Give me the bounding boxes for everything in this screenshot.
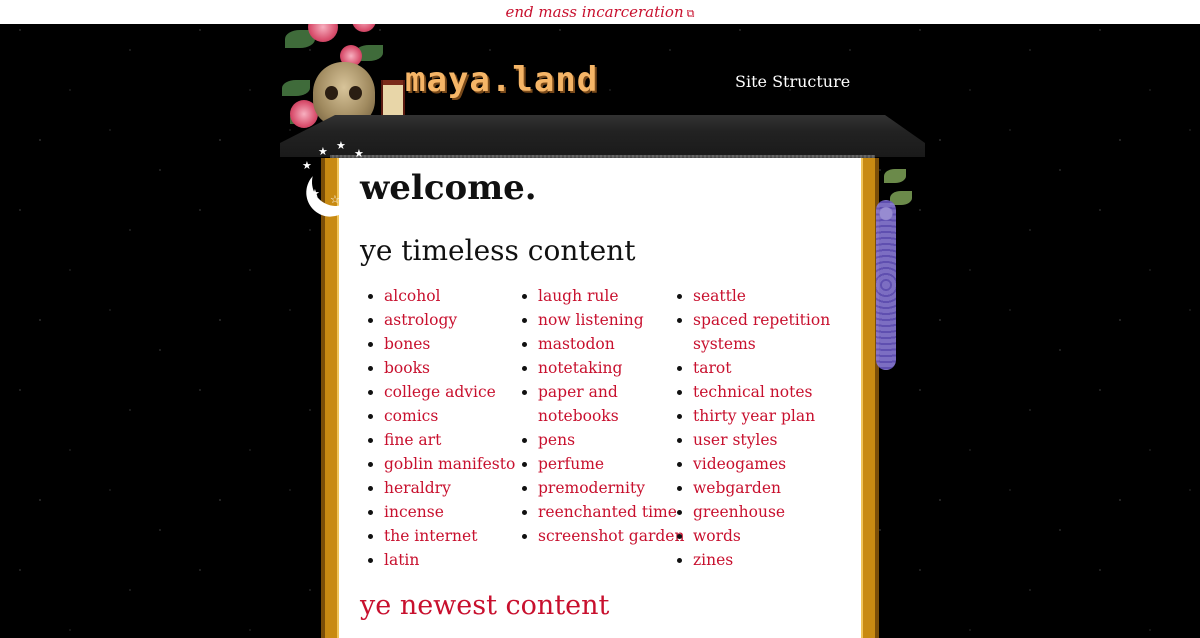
list-item: alcohol bbox=[384, 284, 534, 308]
topic-link[interactable]: seattle bbox=[693, 287, 746, 305]
list-item: goblin manifesto bbox=[384, 452, 534, 476]
topic-link[interactable]: heraldry bbox=[384, 479, 451, 497]
list-item: zines bbox=[693, 548, 853, 572]
list-item: videogames bbox=[693, 452, 853, 476]
topic-link[interactable]: screenshot garden bbox=[538, 527, 684, 545]
link-list-column-2: laugh rule now listening mastodon notetakin… bbox=[514, 284, 688, 548]
banner-text: end mass incarceration bbox=[505, 3, 684, 21]
site-logo[interactable]: maya.land bbox=[405, 60, 598, 100]
topic-link[interactable]: tarot bbox=[693, 359, 731, 377]
link-list-column-1: alcohol astrology bones books college advice… bbox=[360, 284, 534, 572]
shelf-ledge bbox=[280, 115, 925, 157]
list-item: mastodon bbox=[538, 332, 688, 356]
list-item: thirty year plan bbox=[693, 404, 853, 428]
list-item: seattle bbox=[693, 284, 853, 308]
list-item: user styles bbox=[693, 428, 853, 452]
list-item: words bbox=[693, 524, 853, 548]
list-item: fine art bbox=[384, 428, 534, 452]
list-item: spaced repetition systems bbox=[693, 308, 853, 356]
star-icon: ★ bbox=[310, 187, 320, 200]
topic-link[interactable]: user styles bbox=[693, 431, 777, 449]
list-item: heraldry bbox=[384, 476, 534, 500]
star-icon: ★ bbox=[302, 159, 312, 172]
list-item: notetaking bbox=[538, 356, 688, 380]
list-item: bones bbox=[384, 332, 534, 356]
topic-link[interactable]: premodernity bbox=[538, 479, 645, 497]
top-banner: end mass incarceration ⧉ bbox=[0, 0, 1200, 24]
star-icon: ★ bbox=[336, 139, 346, 152]
list-item: tarot bbox=[693, 356, 853, 380]
topic-link[interactable]: paper and notebooks bbox=[538, 383, 619, 425]
list-item: comics bbox=[384, 404, 534, 428]
skull-eye bbox=[325, 86, 338, 100]
list-item: books bbox=[384, 356, 534, 380]
list-item: the internet bbox=[384, 524, 534, 548]
skull-eye bbox=[349, 86, 362, 100]
external-link-icon: ⧉ bbox=[686, 7, 695, 20]
banner-link[interactable]: end mass incarceration ⧉ bbox=[506, 3, 695, 21]
list-item: premodernity bbox=[538, 476, 688, 500]
topic-link[interactable]: bones bbox=[384, 335, 430, 353]
leaf-decoration bbox=[282, 80, 310, 96]
list-item: reenchanted time bbox=[538, 500, 688, 524]
topic-link[interactable]: spaced repetition systems bbox=[693, 311, 830, 353]
list-item: pens bbox=[538, 428, 688, 452]
topic-link[interactable]: pens bbox=[538, 431, 575, 449]
topic-link[interactable]: fine art bbox=[384, 431, 441, 449]
topic-link[interactable]: words bbox=[693, 527, 741, 545]
list-item: webgarden bbox=[693, 476, 853, 500]
topic-link[interactable]: webgarden bbox=[693, 479, 781, 497]
list-item: laugh rule bbox=[538, 284, 688, 308]
topic-link[interactable]: goblin manifesto bbox=[384, 455, 515, 473]
list-item: astrology bbox=[384, 308, 534, 332]
topic-link[interactable]: notetaking bbox=[538, 359, 622, 377]
list-item: greenhouse bbox=[693, 500, 853, 524]
section-heading-newest[interactable]: ye newest content bbox=[360, 590, 609, 621]
topic-link[interactable]: technical notes bbox=[693, 383, 812, 401]
topic-link[interactable]: greenhouse bbox=[693, 503, 785, 521]
topic-link[interactable]: astrology bbox=[384, 311, 457, 329]
list-item: screenshot garden bbox=[538, 524, 688, 548]
topic-link[interactable]: laugh rule bbox=[538, 287, 619, 305]
wisteria-decoration bbox=[876, 200, 896, 370]
topic-link[interactable]: perfume bbox=[538, 455, 604, 473]
topic-link[interactable]: latin bbox=[384, 551, 419, 569]
topic-link[interactable]: mastodon bbox=[538, 335, 615, 353]
topic-link[interactable]: college advice bbox=[384, 383, 496, 401]
section-heading-timeless: ye timeless content bbox=[360, 234, 636, 267]
list-item: college advice bbox=[384, 380, 534, 404]
topic-link[interactable]: comics bbox=[384, 407, 438, 425]
list-item: perfume bbox=[538, 452, 688, 476]
list-item: latin bbox=[384, 548, 534, 572]
page-title: welcome. bbox=[360, 168, 537, 208]
list-item: incense bbox=[384, 500, 534, 524]
site-structure-link[interactable]: Site Structure bbox=[735, 72, 850, 91]
topic-link[interactable]: alcohol bbox=[384, 287, 440, 305]
link-list-column-3: seattle spaced repetition systems tarot tec… bbox=[669, 284, 853, 572]
star-icon: ★ bbox=[354, 147, 364, 160]
list-item: paper and notebooks bbox=[538, 380, 688, 428]
star-icon: ★ bbox=[318, 145, 328, 158]
topic-link[interactable]: zines bbox=[693, 551, 733, 569]
topic-link[interactable]: videogames bbox=[693, 455, 786, 473]
list-item: technical notes bbox=[693, 380, 853, 404]
topic-link[interactable]: thirty year plan bbox=[693, 407, 815, 425]
topic-link[interactable]: now listening bbox=[538, 311, 644, 329]
leaf-decoration bbox=[884, 169, 906, 183]
star-icon: ☆ bbox=[330, 193, 340, 206]
topic-link[interactable]: reenchanted time bbox=[538, 503, 677, 521]
topic-link[interactable]: books bbox=[384, 359, 430, 377]
list-item: now listening bbox=[538, 308, 688, 332]
topic-link[interactable]: incense bbox=[384, 503, 444, 521]
topic-link[interactable]: the internet bbox=[384, 527, 477, 545]
